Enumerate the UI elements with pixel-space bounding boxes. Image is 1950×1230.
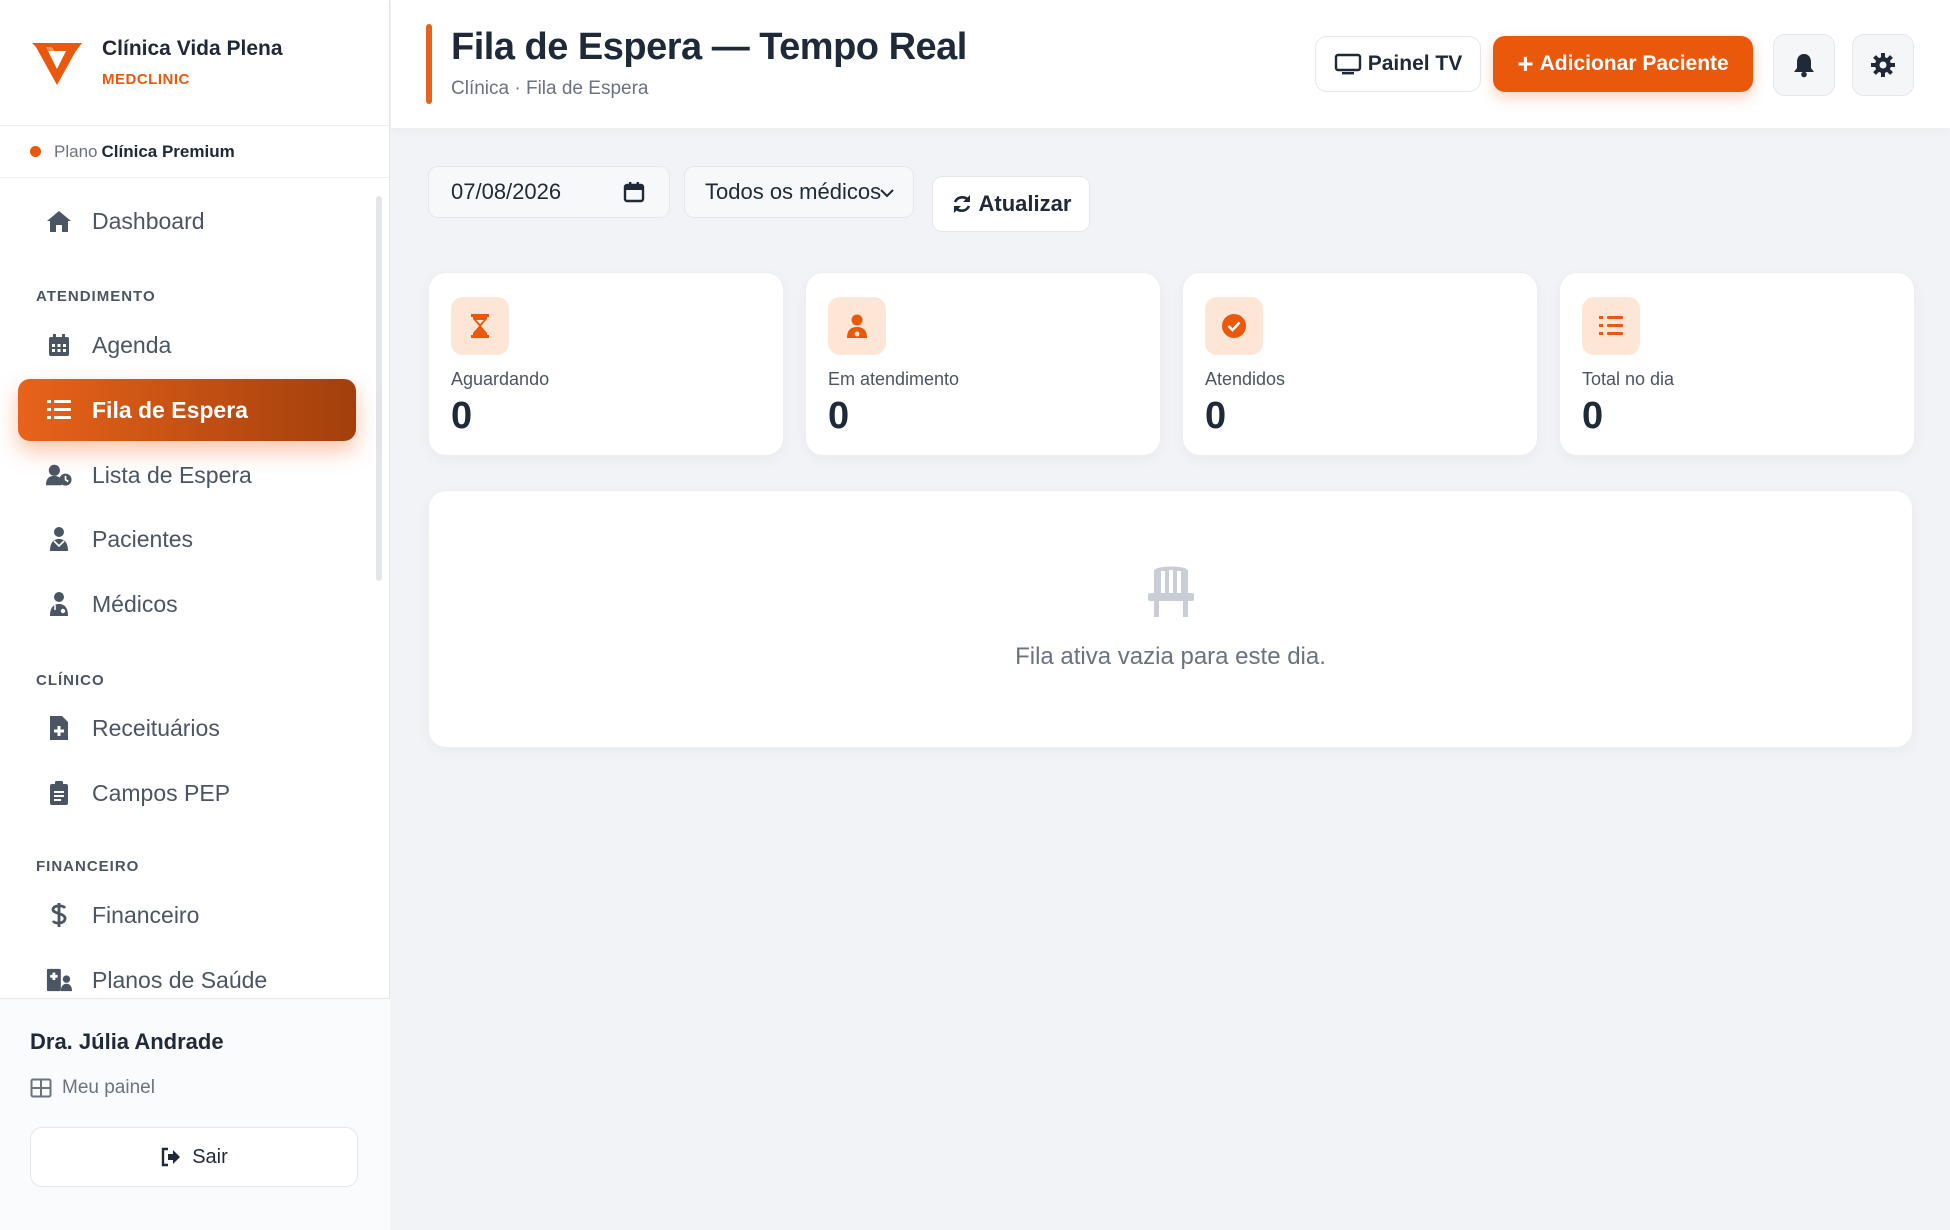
check-circle-icon — [1205, 297, 1263, 355]
calendar-icon — [46, 332, 72, 358]
logout-label: Sair — [192, 1145, 228, 1168]
plan-indicator: Plano Clínica Premium — [0, 126, 389, 178]
sidebar-scrollbar[interactable] — [376, 196, 382, 581]
brand-name: Clínica Vida Plena — [102, 37, 283, 60]
settings-button[interactable] — [1852, 34, 1914, 96]
tv-icon — [1334, 53, 1361, 75]
sidebar-item-label: Planos de Saúde — [92, 966, 268, 993]
page-title: Fila de Espera — Tempo Real — [451, 26, 967, 68]
sidebar-item-agenda[interactable]: Agenda — [18, 314, 356, 376]
tv-panel-button[interactable]: Painel TV — [1315, 36, 1481, 92]
stat-label: Atendidos — [1205, 369, 1286, 389]
stat-value: 0 — [451, 395, 473, 437]
doctor-select[interactable]: Todos os médicos — [684, 166, 914, 218]
brand: Clínica Vida Plena MEDCLINIC — [0, 0, 389, 126]
breadcrumb: Clínica · Fila de Espera — [451, 78, 649, 99]
stat-card-total-no-dia: Total no dia 0 — [1559, 272, 1915, 456]
sidebar-item-receituarios[interactable]: Receituários — [18, 697, 356, 759]
sidebar-nav: Dashboard ATENDIMENTO Agenda Fila de Esp… — [0, 178, 390, 998]
sidebar-item-label: Financeiro — [92, 901, 200, 928]
list-ordered-icon — [46, 397, 72, 423]
plan-name: Clínica Premium — [101, 141, 235, 161]
doctor-icon — [46, 591, 72, 617]
calendar-icon[interactable] — [623, 181, 645, 203]
list-ol-icon — [1582, 297, 1640, 355]
plan-status-dot — [30, 146, 41, 157]
stat-value: 0 — [828, 395, 850, 437]
sidebar-item-label: Fila de Espera — [92, 396, 248, 423]
sidebar-item-label: Pacientes — [92, 525, 194, 552]
page-header: Fila de Espera — Tempo Real Clínica · Fi… — [391, 0, 1950, 128]
user-panel-link[interactable]: Meu painel — [30, 1077, 155, 1099]
chair-icon — [1148, 566, 1194, 617]
file-medical-icon — [46, 715, 72, 741]
refresh-button[interactable]: Atualizar — [932, 176, 1090, 232]
sidebar: Clínica Vida Plena MEDCLINIC Plano Clíni… — [0, 0, 390, 1230]
tv-panel-label: Painel TV — [1367, 52, 1463, 75]
user-panel-label: Meu painel — [62, 1077, 155, 1098]
sidebar-item-label: Médicos — [92, 590, 178, 617]
sign-out-icon — [162, 1147, 181, 1167]
sidebar-item-lista-de-espera[interactable]: Lista de Espera — [18, 444, 356, 506]
bell-icon — [1794, 54, 1814, 78]
date-value: 07/08/2026 — [451, 179, 562, 204]
patient-icon — [46, 526, 72, 552]
stat-value: 0 — [1205, 395, 1227, 437]
section-atendimento: ATENDIMENTO — [36, 288, 156, 305]
hospital-user-icon — [46, 967, 72, 993]
brand-text: Clínica Vida Plena MEDCLINIC — [102, 37, 283, 88]
sidebar-item-dashboard[interactable]: Dashboard — [18, 190, 356, 252]
sidebar-item-campos-pep[interactable]: Campos PEP — [18, 762, 356, 824]
sidebar-item-medicos[interactable]: Médicos — [18, 573, 356, 635]
add-patient-button[interactable]: + Adicionar Paciente — [1493, 36, 1753, 92]
brand-sub: MEDCLINIC — [102, 71, 190, 88]
section-clinico: CLÍNICO — [36, 672, 105, 689]
sidebar-item-pacientes[interactable]: Pacientes — [18, 508, 356, 570]
stat-label: Total no dia — [1582, 369, 1675, 389]
plan-label: Plano — [54, 141, 98, 161]
stat-label: Aguardando — [451, 369, 550, 389]
notifications-button[interactable] — [1773, 34, 1835, 96]
logout-button[interactable]: Sair — [30, 1127, 358, 1187]
doctor-select-value: Todos os médicos — [705, 179, 882, 204]
clipboard-icon — [46, 780, 72, 806]
sidebar-item-financeiro[interactable]: Financeiro — [18, 884, 356, 946]
date-input[interactable]: 07/08/2026 — [428, 166, 670, 218]
home-icon — [46, 208, 72, 234]
sidebar-item-label: Dashboard — [92, 207, 205, 234]
sidebar-item-label: Receituários — [92, 714, 220, 741]
hourglass-icon — [451, 297, 509, 355]
stat-card-atendidos: Atendidos 0 — [1182, 272, 1538, 456]
dollar-icon — [46, 902, 72, 928]
stat-card-em-atendimento: Em atendimento 0 — [805, 272, 1161, 456]
user-doctor-icon — [828, 297, 886, 355]
user-area: Dra. Júlia Andrade Meu painel Sair — [0, 998, 390, 1230]
sidebar-item-label: Campos PEP — [92, 779, 231, 806]
add-patient-label: Adicionar Paciente — [1539, 52, 1729, 75]
section-financeiro: FINANCEIRO — [36, 858, 140, 875]
gear-icon — [1871, 53, 1895, 77]
user-clock-icon — [46, 462, 72, 488]
sidebar-item-fila-de-espera[interactable]: Fila de Espera — [18, 379, 356, 441]
user-name: Dra. Júlia Andrade — [30, 1029, 224, 1054]
sidebar-item-planos-de-saude[interactable]: Planos de Saúde — [18, 949, 356, 998]
refresh-icon — [953, 195, 970, 213]
stat-card-aguardando: Aguardando 0 — [428, 272, 784, 456]
grid-icon — [30, 1078, 52, 1098]
stat-label: Em atendimento — [828, 369, 960, 389]
sidebar-item-label: Agenda — [92, 331, 172, 358]
plus-icon: + — [1517, 48, 1534, 79]
brand-logo — [32, 42, 82, 85]
empty-state-message: Fila ativa vazia para este dia. — [1015, 643, 1326, 670]
sidebar-item-label: Lista de Espera — [92, 461, 252, 488]
stat-value: 0 — [1582, 395, 1604, 437]
chevron-down-icon — [880, 189, 894, 198]
title-accent-bar — [426, 24, 432, 104]
queue-empty-state: Fila ativa vazia para este dia. — [428, 490, 1913, 748]
refresh-label: Atualizar — [978, 191, 1072, 216]
